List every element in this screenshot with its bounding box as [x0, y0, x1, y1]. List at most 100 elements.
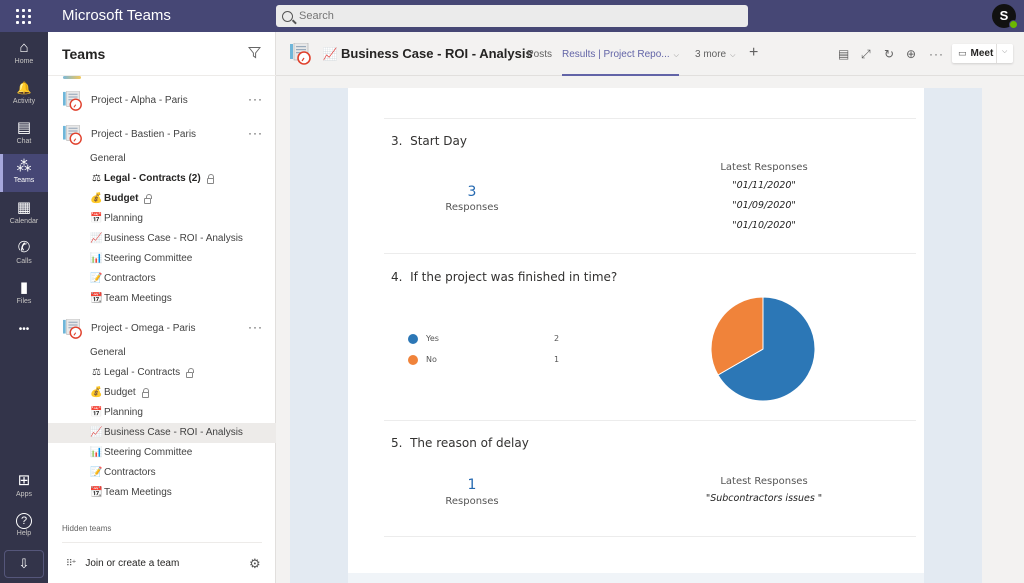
app-launcher-icon[interactable] — [14, 7, 32, 25]
channel-item[interactable]: 📈 Business Case - ROI - Analysis — [48, 229, 276, 249]
responses-label: Responses — [445, 202, 499, 213]
channel-emoji-icon: 📈 — [90, 233, 103, 244]
team-item[interactable]: Project - Omega - Paris ··· — [48, 318, 276, 341]
team-icon — [62, 124, 84, 145]
join-team-icon: ⠿⁺ — [66, 558, 76, 568]
team-icon — [62, 318, 84, 339]
rail-teams[interactable]: ⁂ Teams — [0, 154, 48, 192]
channel-label: Steering Committee — [104, 253, 193, 264]
rail-label: Teams — [13, 177, 35, 184]
channel-label: Budget — [104, 193, 139, 204]
rail-calls[interactable]: ✆ Calls — [0, 235, 48, 273]
gear-icon[interactable]: ⚙ — [249, 556, 261, 572]
channel-header: 📈 Business Case - ROI - Analysis Posts R… — [276, 32, 1024, 76]
results-card: 3. Start Day 3 Responses Latest Response… — [348, 88, 924, 573]
channel-emoji-icon: 📅 — [90, 407, 103, 418]
rail-help[interactable]: ? Help — [0, 508, 48, 546]
channel-item[interactable]: 📝 Contractors — [48, 463, 276, 483]
latest-response: "01/10/2020" — [732, 220, 796, 231]
lock-icon — [141, 387, 150, 398]
tab-label: Results | Project Repo... — [562, 49, 670, 60]
avatar-initial: S — [999, 8, 1009, 23]
rail-label: Calendar — [9, 218, 39, 225]
results-panel[interactable]: 3. Start Day 3 Responses Latest Response… — [290, 88, 982, 583]
channel-item[interactable]: General — [48, 343, 276, 363]
channel-emoji-icon: 📊 — [90, 253, 103, 264]
channel-item[interactable]: 📆 Team Meetings — [48, 289, 276, 309]
question-title: 5. The reason of delay — [391, 436, 529, 450]
expand-icon[interactable]: ⤢ — [861, 47, 871, 62]
rail-label: Calls — [16, 258, 32, 265]
rail-activity[interactable]: 🔔 Activity — [0, 75, 48, 113]
download-app-button[interactable]: ⇩ — [4, 550, 44, 578]
rail-apps[interactable]: ⊞ Apps — [0, 468, 48, 506]
calendar-icon: ▦ — [16, 199, 32, 216]
more-options-icon[interactable]: ··· — [248, 92, 263, 106]
divider — [384, 420, 916, 421]
latest-response: "Subcontractors issues " — [705, 493, 823, 504]
response-count: 1 — [467, 477, 477, 493]
more-options-icon[interactable]: ··· — [248, 126, 263, 140]
more-options-icon[interactable]: ··· — [929, 47, 944, 61]
channel-item[interactable]: 📝 Contractors — [48, 269, 276, 289]
rail-label: Home — [14, 58, 34, 65]
channel-emoji-icon: 📅 — [90, 213, 103, 224]
chevron-down-icon[interactable]: ⌵ — [674, 52, 679, 59]
team-item[interactable]: Project - Alpha - Paris ··· — [48, 90, 276, 113]
filter-icon[interactable] — [247, 46, 262, 60]
channel-item[interactable]: 💰 Budget — [48, 189, 276, 209]
add-tab-button[interactable]: + — [749, 44, 758, 62]
rail-files[interactable]: ▮ Files — [0, 275, 48, 313]
chevron-down-icon: ⌵ — [730, 52, 736, 59]
conversation-icon[interactable]: ▤ — [838, 47, 849, 61]
channel-emoji-icon: 📝 — [90, 467, 103, 478]
channel-item[interactable]: 📆 Team Meetings — [48, 483, 276, 503]
channel-emoji-icon: 📊 — [90, 447, 103, 458]
teams-sidebar: Teams Project - Alpha - Paris ··· Project … — [48, 32, 276, 583]
search-box[interactable] — [276, 5, 748, 27]
reload-icon[interactable]: ↻ — [884, 47, 894, 61]
download-icon: ⇩ — [18, 556, 30, 571]
tab-posts[interactable]: Posts — [527, 49, 552, 60]
team-item[interactable]: Project - Bastien - Paris ··· — [48, 124, 276, 147]
chart-emoji-icon: 📈 — [322, 46, 338, 61]
rail-home[interactable]: ⌂ Home — [0, 35, 48, 73]
legend-swatch — [408, 334, 418, 344]
legend-item-yes: Yes 2 — [408, 333, 588, 347]
channel-label: General — [90, 347, 126, 358]
channel-item[interactable]: 📊 Steering Committee — [48, 443, 276, 463]
channel-item[interactable]: 📊 Steering Committee — [48, 249, 276, 269]
channel-item[interactable]: 📈 Business Case - ROI - Analysis — [48, 423, 276, 443]
rail-label: Apps — [16, 491, 32, 498]
join-or-create-team-button[interactable]: ⠿⁺ Join or create a team — [66, 558, 179, 569]
tab-results[interactable]: Results | Project Repo... ⌵ — [562, 49, 679, 76]
channel-item[interactable]: ⚖ Legal - Contracts (2) — [48, 169, 276, 189]
channel-label: Legal - Contracts — [104, 367, 181, 378]
channel-emoji-icon: 📆 — [90, 293, 103, 304]
globe-icon[interactable]: ⊕ — [906, 47, 916, 61]
channel-item[interactable]: 📅 Planning — [48, 403, 276, 423]
channel-item[interactable]: ⚖ Legal - Contracts — [48, 363, 276, 383]
channel-label: Budget — [104, 387, 136, 398]
channel-emoji-icon: ⚖ — [92, 173, 101, 184]
avatar[interactable]: S — [992, 4, 1018, 29]
tab-more[interactable]: 3 more ⌵ — [695, 49, 735, 60]
channel-title: 📈 Business Case - ROI - Analysis — [322, 46, 533, 61]
rail-more[interactable]: ••• — [0, 317, 48, 355]
chevron-down-icon[interactable]: ⌵ — [1002, 48, 1007, 56]
channel-label: Business Case - ROI - Analysis — [104, 427, 243, 438]
search-input[interactable] — [299, 10, 719, 22]
channel-item[interactable]: General — [48, 149, 276, 169]
question-number: 5. — [391, 436, 403, 450]
presence-available-icon — [1009, 20, 1018, 29]
meet-button[interactable]: ▭ Meet ⌵ — [952, 44, 1013, 63]
rail-calendar[interactable]: ▦ Calendar — [0, 195, 48, 233]
more-options-icon[interactable]: ··· — [248, 320, 263, 334]
title-bar: Microsoft Teams S — [0, 0, 1024, 32]
channel-item[interactable]: 📅 Planning — [48, 209, 276, 229]
divider — [384, 536, 916, 537]
hidden-teams-label[interactable]: Hidden teams — [62, 524, 111, 533]
home-icon: ⌂ — [19, 39, 29, 56]
rail-chat[interactable]: ▤ Chat — [0, 115, 48, 153]
channel-item[interactable]: 💰 Budget — [48, 383, 276, 403]
